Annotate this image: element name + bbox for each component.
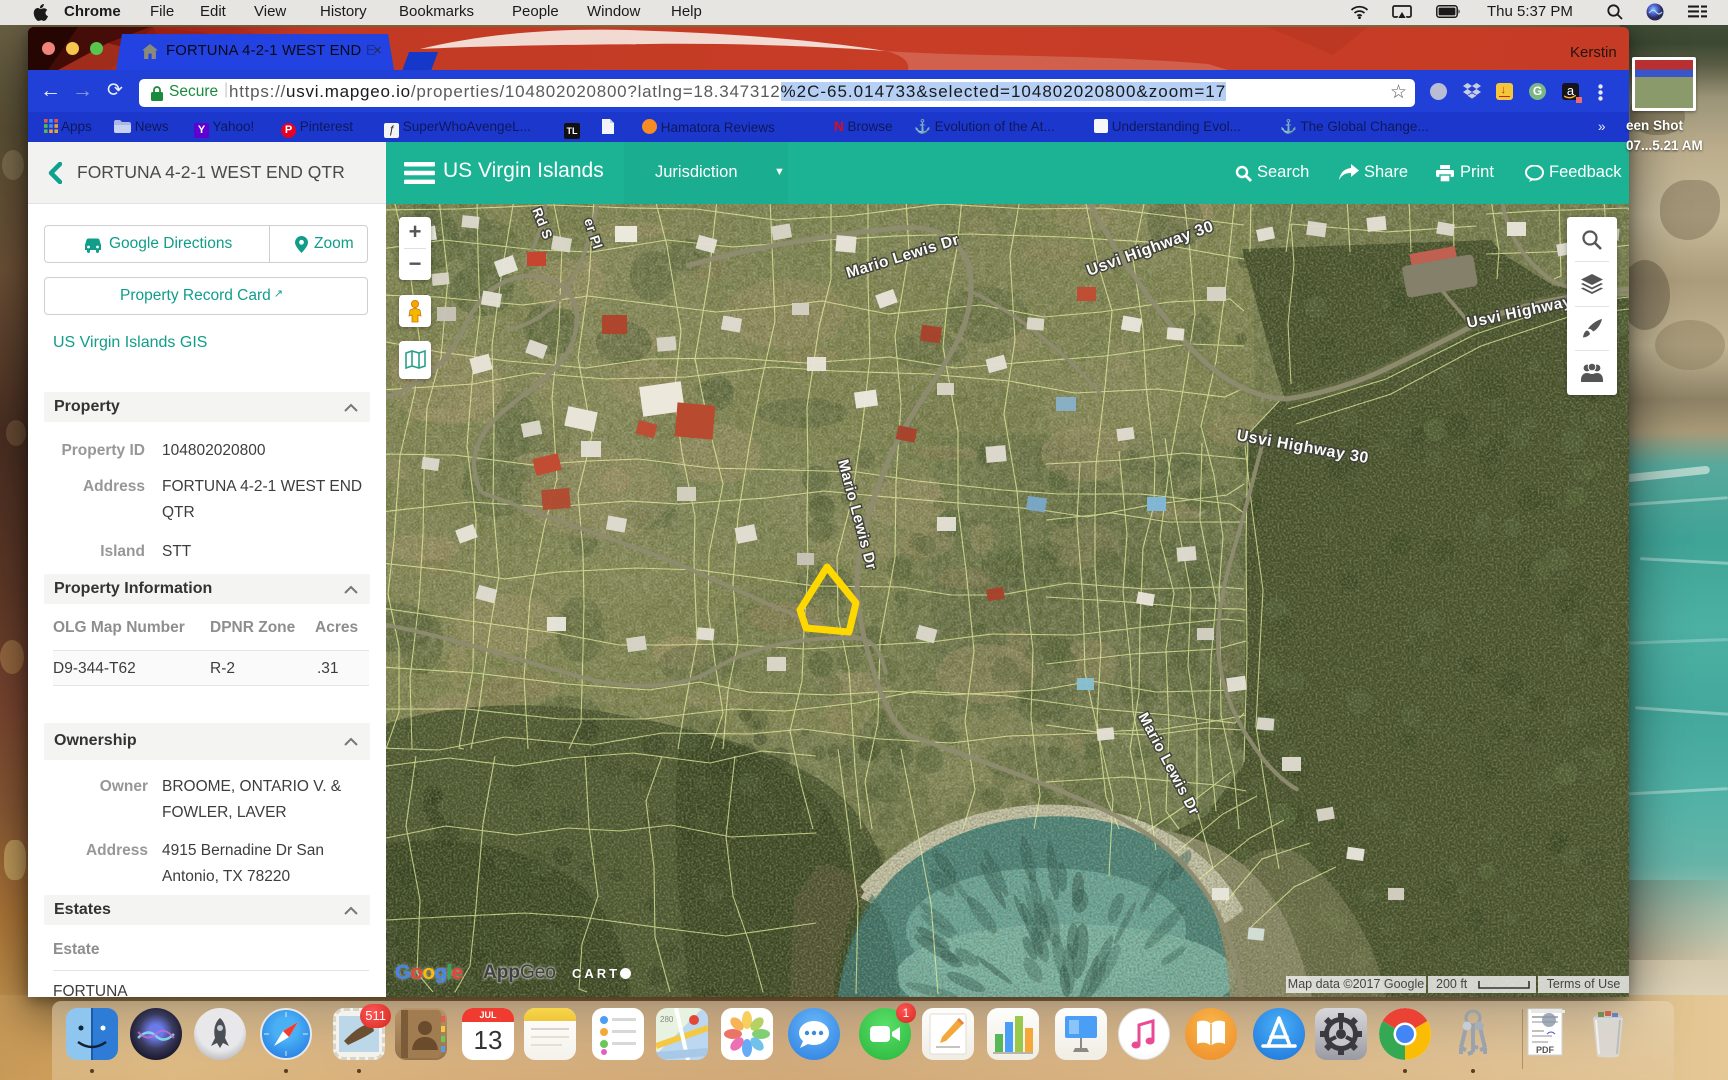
svg-text:280: 280 bbox=[660, 1015, 674, 1024]
svg-text:PDF: PDF bbox=[1536, 1045, 1555, 1055]
